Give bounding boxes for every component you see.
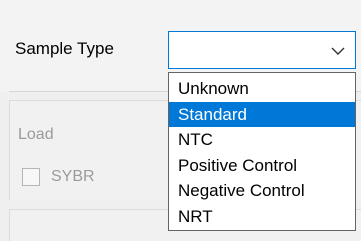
sybr-checkbox-label: SYBR <box>51 168 95 185</box>
option-unknown[interactable]: Unknown <box>169 76 355 102</box>
sample-type-dropdown[interactable] <box>168 31 356 69</box>
load-label: Load <box>18 126 54 143</box>
option-nrt[interactable]: NRT <box>169 204 355 230</box>
sample-type-options-list: Unknown Standard NTC Positive Control Ne… <box>168 72 356 231</box>
sybr-checkbox[interactable] <box>22 168 40 186</box>
option-positive-control[interactable]: Positive Control <box>169 153 355 179</box>
option-ntc[interactable]: NTC <box>169 127 355 153</box>
sample-type-label: Sample Type <box>15 39 114 58</box>
option-standard[interactable]: Standard <box>169 101 355 127</box>
chevron-down-icon[interactable] <box>331 46 345 56</box>
option-negative-control[interactable]: Negative Control <box>169 178 355 204</box>
